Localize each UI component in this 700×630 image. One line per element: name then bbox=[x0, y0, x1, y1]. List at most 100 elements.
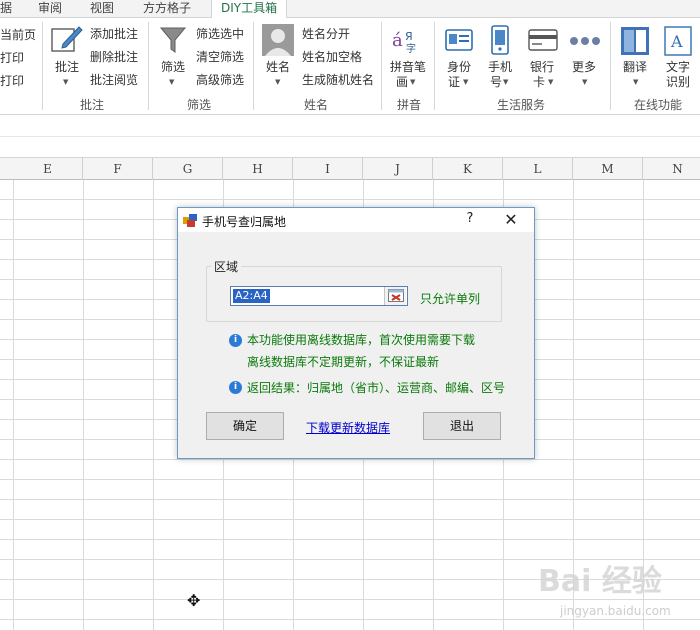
chevron-down-icon[interactable]: ▼ bbox=[633, 78, 638, 86]
separator bbox=[253, 22, 254, 110]
column-header-e[interactable]: E bbox=[13, 158, 83, 180]
grid-line bbox=[13, 180, 14, 630]
id-card-button[interactable]: 身份 bbox=[447, 60, 471, 74]
print-button-2[interactable]: 打印 bbox=[0, 74, 24, 88]
chevron-down-icon[interactable]: ▼ bbox=[275, 78, 280, 86]
separator bbox=[381, 22, 382, 110]
svg-text:Я: Я bbox=[405, 30, 413, 43]
pinyin-stroke-button-line2: 画 bbox=[396, 75, 409, 89]
close-button[interactable]: ✕ bbox=[500, 210, 522, 230]
group-label-comment: 批注 bbox=[80, 98, 105, 112]
id-card-button-line2: 证 bbox=[448, 75, 461, 89]
exit-button[interactable]: 退出 bbox=[423, 412, 501, 440]
grid-line bbox=[153, 180, 154, 630]
bank-card-icon[interactable] bbox=[528, 29, 558, 51]
text-recognition-button[interactable]: 文字 bbox=[666, 60, 690, 74]
group-label-online: 在线功能 bbox=[634, 98, 683, 112]
split-name-button[interactable]: 姓名分开 bbox=[302, 27, 350, 41]
more-dots-icon[interactable] bbox=[569, 36, 601, 46]
chevron-down-icon[interactable]: ▼ bbox=[582, 78, 587, 86]
mobile-phone-icon[interactable] bbox=[491, 25, 509, 55]
add-comment-button[interactable]: 添加批注 bbox=[90, 27, 138, 41]
help-button[interactable]: ? bbox=[462, 211, 478, 229]
column-header-i[interactable]: I bbox=[293, 158, 363, 180]
tab-view[interactable]: 视图 bbox=[90, 0, 114, 18]
dialog-title-bar[interactable]: 手机号查归属地 ? ✕ bbox=[178, 208, 534, 232]
pinyin-icon[interactable]: á Я 字 bbox=[392, 26, 422, 54]
name-add-space-button[interactable]: 姓名加空格 bbox=[302, 50, 362, 64]
column-header-l[interactable]: L bbox=[503, 158, 573, 180]
range-input[interactable]: A2:A4 bbox=[230, 286, 408, 306]
text-recognition-icon[interactable]: A bbox=[664, 26, 692, 56]
formula-bar-area[interactable] bbox=[0, 116, 700, 158]
formula-divider bbox=[0, 136, 700, 137]
chevron-down-icon[interactable]: ▼ bbox=[463, 78, 468, 86]
svg-text:字: 字 bbox=[406, 42, 416, 54]
name-button[interactable]: 姓名 bbox=[266, 60, 290, 74]
phone-location-dialog: 手机号查归属地 ? ✕ 区域 A2:A4 只允许单列 i 本功能使用离线数据库，… bbox=[177, 207, 535, 459]
download-database-link[interactable]: 下载更新数据库 bbox=[306, 419, 390, 436]
info-icon: i bbox=[229, 334, 242, 347]
chevron-down-icon[interactable]: ▼ bbox=[410, 78, 415, 86]
svg-text:á: á bbox=[392, 30, 403, 51]
bank-card-button[interactable]: 银行 bbox=[530, 60, 554, 74]
chevron-down-icon[interactable]: ▼ bbox=[169, 78, 174, 86]
pinyin-stroke-button[interactable]: 拼音笔 bbox=[390, 60, 426, 74]
info-line-1: 本功能使用离线数据库，首次使用需要下载 bbox=[247, 333, 476, 347]
view-comments-button[interactable]: 批注阅览 bbox=[90, 73, 138, 87]
translate-icon[interactable] bbox=[620, 26, 650, 56]
watermark-url: jingyan.baidu.com bbox=[560, 604, 671, 618]
region-groupbox-label: 区域 bbox=[211, 258, 242, 275]
info-line-2: 离线数据库不定期更新，不保证最新 bbox=[247, 355, 440, 369]
info-line-3: 返回结果：归属地（省市）、运营商、邮编、区号 bbox=[247, 381, 506, 395]
id-card-icon[interactable] bbox=[445, 27, 473, 53]
ok-button[interactable]: 确定 bbox=[206, 412, 284, 440]
phone-number-button-line2: 号 bbox=[490, 75, 503, 89]
clear-filter-button[interactable]: 清空筛选 bbox=[196, 50, 244, 64]
single-column-note: 只允许单列 bbox=[420, 292, 481, 306]
print-button[interactable]: 打印 bbox=[0, 51, 24, 65]
range-picker-button[interactable] bbox=[384, 287, 406, 305]
tab-diy-toolbox[interactable]: DIY工具箱 bbox=[211, 0, 288, 18]
separator bbox=[148, 22, 149, 110]
comment-edit-icon[interactable] bbox=[51, 24, 83, 54]
tab-review[interactable]: 审阅 bbox=[38, 0, 62, 18]
phone-number-button[interactable]: 手机 bbox=[488, 60, 512, 74]
move-cursor-icon: ✥ bbox=[187, 591, 201, 610]
filter-button[interactable]: 筛选 bbox=[161, 60, 185, 74]
ribbon-tab-bar: 据 审阅 视图 方方格子 DIY工具箱 bbox=[0, 0, 700, 18]
range-select-icon bbox=[388, 289, 404, 302]
range-input-value: A2:A4 bbox=[233, 289, 270, 303]
comment-button[interactable]: 批注 bbox=[55, 60, 79, 74]
chevron-down-icon[interactable]: ▼ bbox=[503, 78, 508, 86]
group-label-pinyin: 拼音 bbox=[397, 98, 422, 112]
tab-fangfanggezi[interactable]: 方方格子 bbox=[143, 0, 191, 18]
print-current-page-button[interactable]: 当前页 bbox=[0, 28, 36, 42]
app-window-icon bbox=[183, 214, 197, 227]
funnel-icon[interactable] bbox=[159, 26, 187, 54]
column-header-n[interactable]: N bbox=[643, 158, 700, 180]
column-header-g[interactable]: G bbox=[153, 158, 223, 180]
person-icon[interactable] bbox=[262, 24, 294, 56]
column-header-j[interactable]: J bbox=[363, 158, 433, 180]
more-button[interactable]: 更多 bbox=[572, 60, 596, 74]
filter-selected-button[interactable]: 筛选选中 bbox=[196, 27, 244, 41]
tab-data[interactable]: 据 bbox=[0, 0, 12, 18]
column-header-f[interactable]: F bbox=[83, 158, 153, 180]
group-label-name: 姓名 bbox=[304, 98, 329, 112]
chevron-down-icon[interactable]: ▼ bbox=[63, 78, 68, 86]
chevron-down-icon[interactable]: ▼ bbox=[548, 78, 553, 86]
group-label-filter: 筛选 bbox=[187, 98, 212, 112]
column-header-k[interactable]: K bbox=[433, 158, 503, 180]
ribbon: 当前页 打印 打印 批注 ▼ 添加批注 删除批注 批注阅览 批注 筛选 ▼ 筛选… bbox=[0, 18, 700, 115]
svg-text:A: A bbox=[670, 32, 683, 51]
text-recognition-button-line2: 识别 bbox=[666, 75, 691, 89]
separator bbox=[42, 22, 43, 110]
delete-comment-button[interactable]: 删除批注 bbox=[90, 50, 138, 64]
random-name-button[interactable]: 生成随机姓名 bbox=[302, 73, 374, 87]
column-header-h[interactable]: H bbox=[223, 158, 293, 180]
advanced-filter-button[interactable]: 高级筛选 bbox=[196, 73, 244, 87]
column-header-m[interactable]: M bbox=[573, 158, 643, 180]
watermark: Bai 经验 bbox=[538, 564, 662, 599]
translate-button[interactable]: 翻译 bbox=[623, 60, 647, 74]
